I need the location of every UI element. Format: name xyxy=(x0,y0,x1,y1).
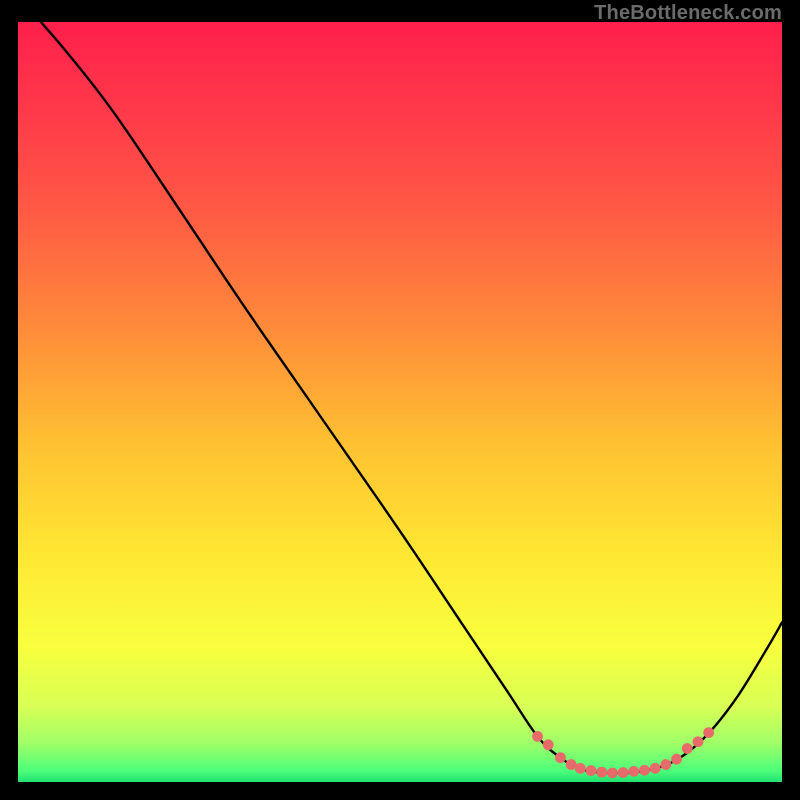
highlight-dot xyxy=(607,767,618,778)
highlight-dot xyxy=(555,752,566,763)
highlight-dot xyxy=(618,767,629,778)
highlight-dot xyxy=(628,766,639,777)
highlight-dot xyxy=(693,736,704,747)
highlight-dot xyxy=(575,763,586,774)
gradient-background xyxy=(18,22,782,782)
highlight-dot xyxy=(660,759,671,770)
highlight-dot xyxy=(671,754,682,765)
chart-container: TheBottleneck.com xyxy=(0,0,800,800)
bottleneck-chart xyxy=(18,22,782,782)
highlight-dot xyxy=(596,767,607,778)
highlight-dot xyxy=(532,731,543,742)
highlight-dot xyxy=(543,739,554,750)
highlight-dot xyxy=(586,765,597,776)
plot-area xyxy=(18,22,782,782)
highlight-dot xyxy=(650,763,661,774)
highlight-dot xyxy=(639,765,650,776)
highlight-dot xyxy=(682,743,693,754)
highlight-dot xyxy=(703,727,714,738)
